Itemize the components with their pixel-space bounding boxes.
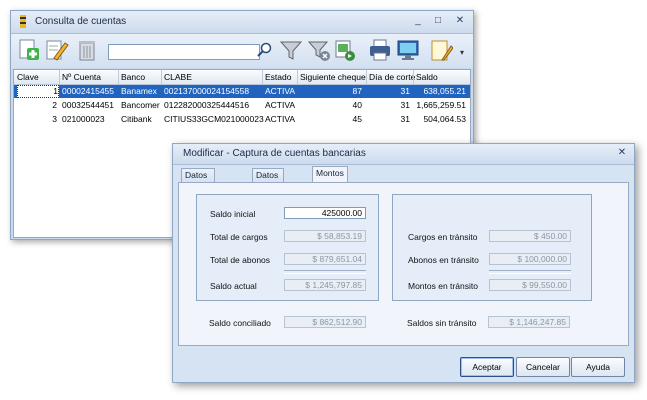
cell-estado[interactable]: ACTIVA	[265, 114, 295, 124]
cell-corte[interactable]: 31	[369, 86, 410, 96]
dialog-close-button[interactable]: ✕	[615, 147, 629, 159]
col-estado[interactable]: Estado	[265, 72, 291, 82]
cell-saldo[interactable]: 504,064.53	[416, 114, 466, 124]
screen-icon[interactable]	[396, 38, 420, 62]
total-abonos-label: Total de abonos	[210, 255, 271, 265]
cell-estado[interactable]: ACTIVA	[265, 100, 295, 110]
saldos-sin-transito-label: Saldos sin tránsito	[407, 318, 477, 328]
saldo-inicial-label: Saldo inicial	[210, 209, 256, 219]
cell-saldo[interactable]: 1,665,259.51	[416, 100, 466, 110]
total-cargos-label: Total de cargos	[210, 232, 268, 242]
balance-group: Saldo inicial 425000.00 Total de cargos …	[196, 194, 379, 301]
cell-clave[interactable]: 1	[17, 85, 59, 98]
montos-transito-field: $ 99,550.00	[489, 279, 571, 291]
cell-cuenta[interactable]: 021000023	[62, 114, 105, 124]
table-header: Clave Nº Cuenta Banco CLABE Estado Sigui…	[14, 70, 470, 85]
cell-cheque[interactable]: 40	[300, 100, 362, 110]
cell-banco[interactable]: Banamex	[121, 86, 157, 96]
cell-clabe[interactable]: 002137000024154558	[164, 86, 249, 96]
abonos-transito-label: Abonos en tránsito	[408, 255, 479, 265]
print-icon[interactable]	[368, 38, 392, 62]
saldo-inicial-field[interactable]: 425000.00	[284, 207, 366, 219]
minimize-button[interactable]: _	[411, 15, 425, 27]
cell-clabe[interactable]: 012282000325444516	[164, 100, 249, 110]
cell-cuenta[interactable]: 00032544451	[62, 100, 114, 110]
new-account-icon[interactable]	[17, 38, 41, 62]
delete-icon[interactable]	[75, 38, 99, 62]
cell-banco[interactable]: Citibank	[121, 114, 152, 124]
saldo-conciliado-label: Saldo conciliado	[209, 318, 271, 328]
close-button[interactable]: ✕	[453, 15, 467, 27]
dialog-title: Modificar - Captura de cuentas bancarias	[183, 148, 366, 159]
total-abonos-field: $ 879,651.04	[284, 253, 366, 265]
search-icon[interactable]	[257, 42, 273, 58]
cell-cuenta[interactable]: 00002415455	[62, 86, 114, 96]
clear-filter-icon[interactable]	[307, 38, 331, 62]
accounts-titlebar[interactable]: Consulta de cuentas _ □ ✕	[11, 11, 473, 34]
toolbar: ▾	[11, 34, 473, 68]
cell-corte[interactable]: 31	[369, 114, 410, 124]
separator	[284, 270, 366, 274]
col-dia-corte[interactable]: Día de corte	[369, 72, 415, 82]
saldos-sin-transito-field: $ 1,146,247.85	[488, 316, 570, 328]
cell-estado[interactable]: ACTIVA	[265, 86, 295, 96]
document-icon[interactable]	[429, 38, 453, 62]
filter-icon[interactable]	[279, 38, 303, 62]
cargos-transito-label: Cargos en tránsito	[408, 232, 478, 242]
cancel-button[interactable]: Cancelar	[516, 357, 570, 377]
saldo-actual-label: Saldo actual	[210, 281, 257, 291]
app-icon	[20, 15, 26, 28]
saldo-actual-field: $ 1,245,797.85	[284, 279, 366, 291]
separator	[489, 270, 571, 274]
table-row[interactable]: 2 00032544451 Bancomer 01228200032544451…	[14, 99, 470, 112]
col-clabe[interactable]: CLABE	[164, 72, 192, 82]
cell-saldo[interactable]: 638,055.21	[416, 86, 466, 96]
col-cuenta[interactable]: Nº Cuenta	[62, 72, 101, 82]
total-cargos-field: $ 58,853.19	[284, 230, 366, 242]
cell-clave[interactable]: 2	[17, 100, 57, 110]
col-banco[interactable]: Banco	[121, 72, 145, 82]
saldo-conciliado-field: $ 862,512.90	[284, 316, 366, 328]
dialog-footer: Aceptar Cancelar Ayuda	[178, 349, 627, 377]
col-siguiente-cheque[interactable]: Siguiente cheque	[300, 72, 366, 82]
accept-button[interactable]: Aceptar	[460, 357, 514, 377]
cell-cheque[interactable]: 45	[300, 114, 362, 124]
export-icon[interactable]	[333, 38, 357, 62]
help-button[interactable]: Ayuda	[571, 357, 625, 377]
cell-clave[interactable]: 3	[17, 114, 57, 124]
dialog-titlebar[interactable]: Modificar - Captura de cuentas bancarias…	[173, 144, 634, 165]
col-clave[interactable]: Clave	[17, 72, 39, 82]
cell-clabe[interactable]: CITIUS33GCM021000023	[164, 114, 264, 124]
cell-cheque[interactable]: 87	[300, 86, 362, 96]
tab-datos-cuenta[interactable]: Datos de la cuenta	[181, 168, 215, 206]
cargos-transito-field: $ 450.00	[489, 230, 571, 242]
edit-account-dialog: Modificar - Captura de cuentas bancarias…	[172, 143, 635, 383]
cell-corte[interactable]: 31	[369, 100, 410, 110]
cell-banco[interactable]: Bancomer	[121, 100, 160, 110]
col-saldo[interactable]: Saldo	[416, 72, 438, 82]
window-title: Consulta de cuentas	[35, 16, 127, 27]
abonos-transito-field: $ 100,000.00	[489, 253, 571, 265]
table-row[interactable]: 1 00002415455 Banamex 002137000024154558…	[14, 85, 470, 98]
search-input[interactable]	[108, 44, 260, 60]
maximize-button[interactable]: □	[431, 15, 445, 27]
montos-panel: Saldo inicial 425000.00 Total de cargos …	[178, 182, 629, 346]
transit-group: Cargos en tránsito $ 450.00 Abonos en tr…	[392, 194, 592, 301]
overflow-icon[interactable]: ▾	[460, 48, 464, 57]
table-row[interactable]: 3 021000023 Citibank CITIUS33GCM02100002…	[14, 113, 470, 126]
tab-montos[interactable]: Montos	[312, 166, 348, 183]
edit-icon[interactable]	[45, 38, 69, 62]
tab-datos-banco[interactable]: Datos del Banco	[252, 168, 285, 206]
montos-transito-label: Montos en tránsito	[408, 281, 478, 291]
